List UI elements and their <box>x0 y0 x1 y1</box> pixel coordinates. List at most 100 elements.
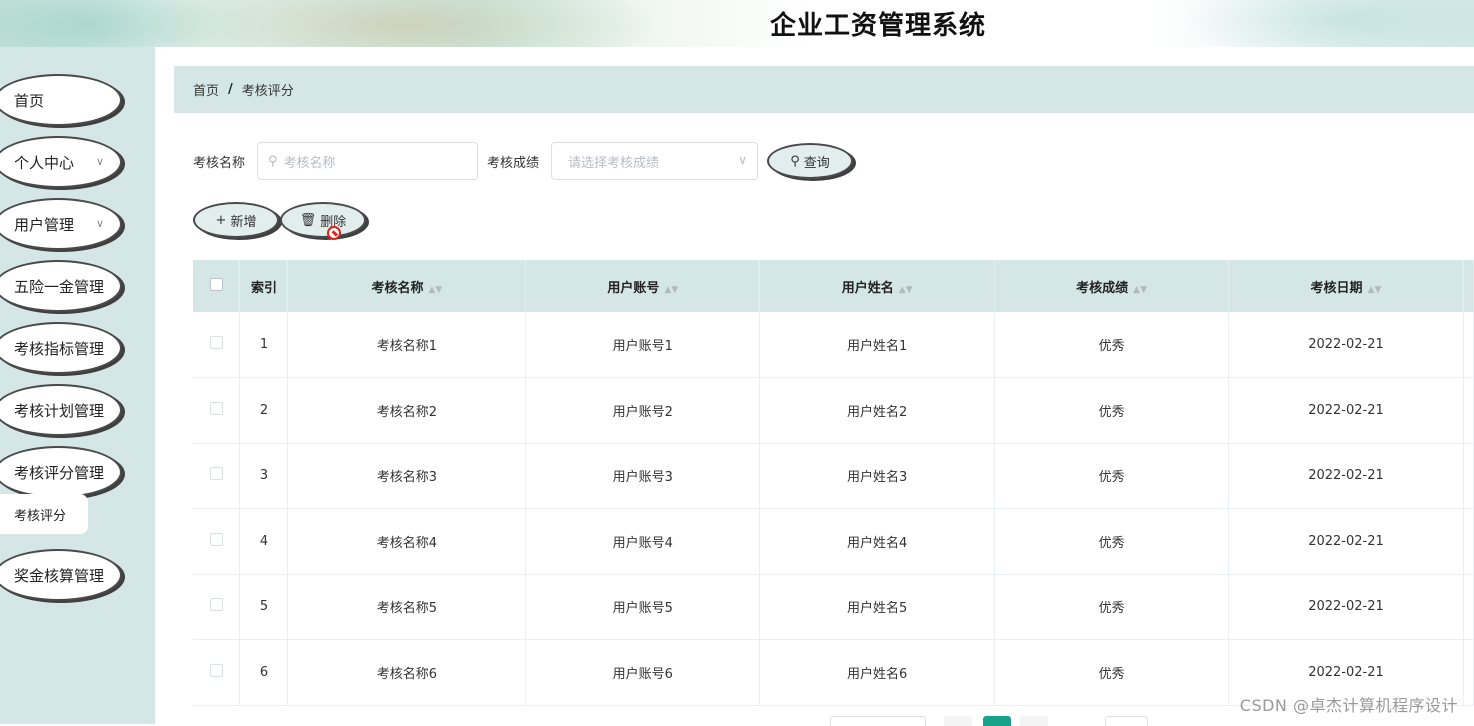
chevron-down-icon: ∨ <box>738 153 747 167</box>
row-select-cell[interactable] <box>193 574 241 640</box>
row-checkbox[interactable] <box>209 598 223 612</box>
breadcrumb: 首页 / 考核评分 <box>174 66 1474 113</box>
sidebar-item-label: 考核计划管理 <box>14 401 105 420</box>
column-header-username[interactable]: 用户姓名 ▲▼ <box>759 260 996 312</box>
cell-grade: 优秀 <box>994 377 1230 444</box>
column-header-date[interactable]: 考核日期 ▲▼ <box>1228 260 1464 312</box>
sidebar-item-user-management[interactable]: 用户管理 ∨ <box>0 198 122 250</box>
row-checkbox[interactable] <box>209 663 223 677</box>
search-icon: ⚲ <box>790 153 800 169</box>
trash-icon: 🗑 <box>299 212 317 228</box>
select-all-cell[interactable] <box>193 260 241 312</box>
delete-button[interactable]: 🗑 删除 <box>280 202 366 238</box>
sidebar: 首页 个人中心 ∨ 用户管理 ∨ 五险一金管理 考核指标管理 考核计划管理 考核… <box>0 47 155 724</box>
cell-date: 2022-02-21 <box>1228 443 1464 509</box>
cell-username: 用户姓名2 <box>759 377 996 444</box>
cell-index: 4 <box>239 508 289 575</box>
app-title: 企业工资管理系统 <box>770 11 987 41</box>
grade-select-placeholder: 请选择考核成绩 <box>568 155 660 171</box>
header-decoration <box>150 0 650 47</box>
add-button[interactable]: + 新增 <box>193 202 279 238</box>
sidebar-item-bonus-accounting[interactable]: 奖金核算管理 <box>0 549 122 601</box>
sidebar-item-insurance-fund[interactable]: 五险一金管理 <box>0 260 122 312</box>
sidebar-item-label: 奖金核算管理 <box>14 566 105 585</box>
sort-icon[interactable]: ▲▼ <box>1133 285 1147 295</box>
cell-name: 考核名称5 <box>287 574 527 640</box>
cell-overflow <box>1463 377 1474 444</box>
table-row[interactable]: 2 考核名称2 用户账号2 用户姓名2 优秀 2022-02-21 <box>193 377 1474 444</box>
cell-index: 1 <box>239 312 289 378</box>
column-header-grade[interactable]: 考核成绩 ▲▼ <box>994 260 1230 312</box>
cell-grade: 优秀 <box>994 574 1230 640</box>
table-row[interactable]: 1 考核名称1 用户账号1 用户姓名1 优秀 2022-02-21 <box>193 312 1474 378</box>
sidebar-item-assessment-indicators[interactable]: 考核指标管理 <box>0 322 122 374</box>
row-select-cell[interactable] <box>193 377 241 444</box>
page-size-select[interactable] <box>830 716 926 726</box>
cell-name: 考核名称2 <box>287 377 527 444</box>
select-all-checkbox[interactable] <box>209 277 223 291</box>
cell-account: 用户账号3 <box>525 443 761 509</box>
table-row[interactable]: 3 考核名称3 用户账号3 用户姓名3 优秀 2022-02-21 <box>193 443 1474 509</box>
sidebar-item-label: 首页 <box>14 91 45 110</box>
sidebar-item-assessment-plan[interactable]: 考核计划管理 <box>0 384 122 436</box>
table-row[interactable]: 4 考核名称4 用户账号4 用户姓名4 优秀 2022-02-21 <box>193 508 1474 575</box>
cell-username: 用户姓名3 <box>759 443 996 509</box>
sidebar-item-assessment-scoring[interactable]: 考核评分管理 <box>0 446 122 498</box>
cell-date: 2022-02-21 <box>1228 312 1464 378</box>
plus-icon: + <box>215 212 227 228</box>
not-allowed-cursor-icon <box>327 226 341 240</box>
row-select-cell[interactable] <box>193 443 241 509</box>
page-jump-input[interactable] <box>1105 716 1148 726</box>
grade-filter-label: 考核成绩 <box>487 156 540 171</box>
top-header: 企业工资管理系统 <box>0 0 1474 47</box>
row-checkbox[interactable] <box>209 532 223 546</box>
row-checkbox[interactable] <box>209 336 223 349</box>
cell-date: 2022-02-21 <box>1228 508 1464 575</box>
sort-icon[interactable]: ▲▼ <box>429 285 443 295</box>
sort-icon[interactable]: ▲▼ <box>1368 285 1382 295</box>
cell-index: 2 <box>239 377 289 444</box>
next-page-button[interactable] <box>1020 716 1048 726</box>
sidebar-item-personal-center[interactable]: 个人中心 ∨ <box>0 136 122 188</box>
cell-overflow <box>1463 443 1474 509</box>
cell-index: 3 <box>239 443 289 509</box>
column-header-name[interactable]: 考核名称 ▲▼ <box>287 260 527 312</box>
cell-account: 用户账号4 <box>525 508 761 575</box>
breadcrumb-home-link[interactable]: 首页 <box>193 80 219 99</box>
name-filter-label: 考核名称 <box>193 156 246 171</box>
row-select-cell[interactable] <box>193 312 241 378</box>
query-button[interactable]: ⚲ 查询 <box>767 143 853 179</box>
row-checkbox[interactable] <box>209 401 223 415</box>
name-search-placeholder: 考核名称 <box>283 155 336 171</box>
cell-overflow <box>1463 312 1474 378</box>
cell-account: 用户账号6 <box>525 639 761 706</box>
cell-grade: 优秀 <box>994 508 1230 575</box>
sort-icon[interactable]: ▲▼ <box>664 285 678 295</box>
cell-username: 用户姓名1 <box>759 312 996 378</box>
cell-date: 2022-02-21 <box>1228 377 1464 444</box>
sidebar-item-label: 考核评分管理 <box>14 463 105 482</box>
sort-icon[interactable]: ▲▼ <box>899 285 913 295</box>
grade-select[interactable]: 请选择考核成绩 ∨ <box>551 142 758 180</box>
cell-username: 用户姓名6 <box>759 639 996 706</box>
cell-name: 考核名称1 <box>287 312 527 378</box>
page-number-active[interactable] <box>983 716 1011 726</box>
chevron-down-icon: ∨ <box>96 155 105 168</box>
header-decoration <box>1184 0 1474 47</box>
column-header-account[interactable]: 用户账号 ▲▼ <box>525 260 761 312</box>
watermark: CSDN @卓杰计算机程序设计 <box>1239 696 1458 715</box>
row-checkbox[interactable] <box>209 467 223 481</box>
sidebar-item-label: 个人中心 <box>14 153 75 172</box>
breadcrumb-current: 考核评分 <box>241 84 294 99</box>
sidebar-subitem-assessment-score[interactable]: 考核评分 <box>0 494 88 534</box>
table-row[interactable]: 5 考核名称5 用户账号5 用户姓名5 优秀 2022-02-21 <box>193 574 1474 640</box>
cell-grade: 优秀 <box>994 639 1230 706</box>
name-search-input[interactable]: ⚲ 考核名称 <box>257 142 478 180</box>
sidebar-item-home[interactable]: 首页 <box>0 74 122 126</box>
chevron-down-icon: ∨ <box>96 217 105 230</box>
row-select-cell[interactable] <box>193 508 241 575</box>
cell-index: 5 <box>239 574 289 640</box>
row-select-cell[interactable] <box>193 639 241 706</box>
cell-account: 用户账号5 <box>525 574 761 640</box>
prev-page-button[interactable] <box>944 716 972 726</box>
